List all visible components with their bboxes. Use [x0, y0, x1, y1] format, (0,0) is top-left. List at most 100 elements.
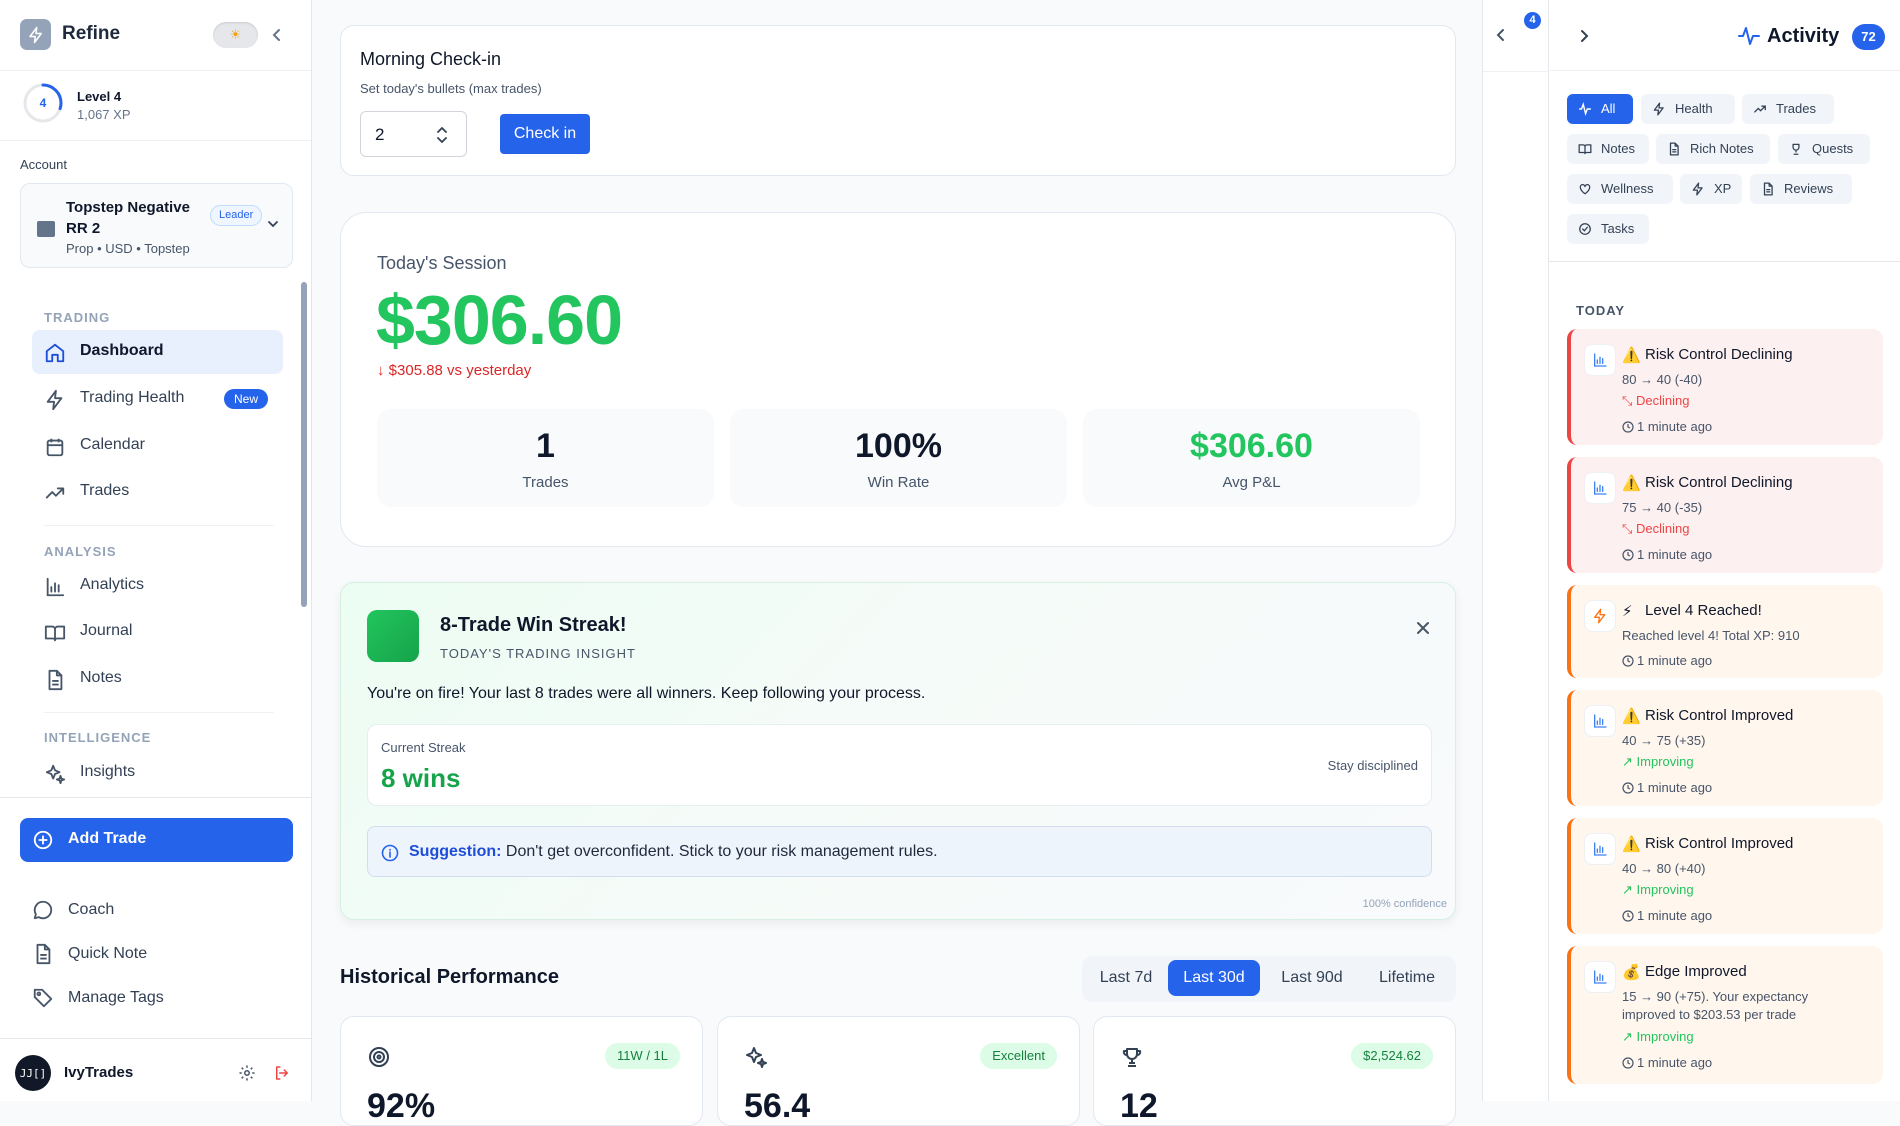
- manage-tags-label: Manage Tags: [68, 989, 164, 1006]
- activity-pulse-icon: [1738, 27, 1760, 45]
- level-progress[interactable]: 4 Level 4 1,067 XP: [0, 72, 311, 141]
- trend-label: Improving: [1636, 882, 1694, 897]
- nav-insights[interactable]: Insights: [32, 751, 283, 795]
- chevron-right-icon[interactable]: [1576, 26, 1594, 46]
- activity-panel: Activity 72 All Health Trades Notes Rich…: [1549, 0, 1900, 1101]
- section-intelligence: INTELLIGENCE: [44, 730, 152, 745]
- filter-all[interactable]: All: [1567, 94, 1633, 124]
- filter-xp[interactable]: XP: [1680, 174, 1742, 204]
- trophy-icon: [1122, 1048, 1142, 1067]
- nav-dashboard[interactable]: Dashboard: [32, 330, 283, 374]
- historical-title: Historical Performance: [340, 966, 559, 988]
- bolt-icon: [46, 389, 63, 411]
- nav-analytics[interactable]: Analytics: [32, 564, 283, 608]
- chart-icon: [1584, 705, 1616, 737]
- sparkles-icon: [45, 764, 66, 785]
- entry-desc: 40 → 80 (+40): [1622, 861, 1706, 876]
- activity-entry[interactable]: ⚡ Level 4 Reached! Reached level 4! Tota…: [1567, 585, 1883, 678]
- check-in-button[interactable]: Check in: [500, 114, 590, 154]
- plus-circle-icon: [33, 830, 53, 850]
- filter-health[interactable]: Health: [1641, 94, 1735, 124]
- close-icon[interactable]: [1414, 619, 1432, 637]
- chevron-left-icon[interactable]: [1491, 24, 1509, 46]
- filter-label: Rich Notes: [1690, 141, 1754, 156]
- activity-entry[interactable]: ⚠️ Risk Control Improved 40 → 80 (+40) ↗…: [1567, 818, 1883, 934]
- entry-desc: Reached level 4! Total XP: 910: [1622, 628, 1800, 643]
- logo-bolt-icon[interactable]: [20, 19, 51, 50]
- activity-entry[interactable]: 💰 Edge Improved 15 → 90 (+75). Your expe…: [1567, 946, 1883, 1084]
- filter-tasks[interactable]: Tasks: [1567, 214, 1649, 244]
- sidebar-scrollbar[interactable]: [301, 282, 307, 607]
- collapse-sidebar-icon[interactable]: [268, 24, 286, 46]
- tab-lifetime[interactable]: Lifetime: [1364, 960, 1450, 996]
- account-name: Topstep Negative RR 2: [66, 199, 190, 237]
- entry-title: Risk Control Improved: [1645, 707, 1794, 724]
- new-badge: New: [224, 389, 269, 409]
- file-text-icon: [48, 669, 63, 691]
- nav-divider: [44, 712, 274, 713]
- lightning-icon: ⚡: [1622, 603, 1633, 620]
- range-tabs: Last 7d Last 30d Last 90d Lifetime: [1082, 956, 1456, 1002]
- filter-notes[interactable]: Notes: [1567, 134, 1649, 164]
- theme-toggle[interactable]: ☀: [213, 22, 258, 48]
- entry-title: Risk Control Declining: [1645, 346, 1793, 363]
- activity-pulse-icon: [1579, 102, 1591, 116]
- heart-icon: [1579, 183, 1591, 195]
- perf-card-score: Excellent 56.4: [717, 1016, 1080, 1126]
- tab-last-90d[interactable]: Last 90d: [1264, 960, 1360, 996]
- filter-wellness[interactable]: Wellness: [1567, 174, 1673, 204]
- filter-trades[interactable]: Trades: [1742, 94, 1834, 124]
- tab-last-30d[interactable]: Last 30d: [1168, 960, 1260, 996]
- avatar[interactable]: JJ[]: [15, 1055, 51, 1091]
- account-details: Prop • USD • Topstep: [66, 241, 190, 256]
- account-label: Account: [20, 157, 67, 172]
- insight-confidence: 100% confidence: [1362, 898, 1447, 910]
- filter-reviews[interactable]: Reviews: [1750, 174, 1852, 204]
- perf-value: 12: [1120, 1087, 1158, 1125]
- stat-label: Avg P&L: [1222, 474, 1281, 491]
- filter-quests[interactable]: Quests: [1778, 134, 1870, 164]
- bullets-value: 2: [375, 125, 385, 144]
- clock-icon: [1622, 910, 1634, 922]
- notification-badge: 4: [1524, 12, 1541, 29]
- sidebar-nav: TRADING Dashboard Trading Health New Cal…: [0, 280, 300, 795]
- filter-label: Quests: [1812, 141, 1854, 156]
- stat-label: Win Rate: [867, 474, 930, 491]
- account-selector[interactable]: Topstep Negative RR 2 Leader Prop • USD …: [20, 183, 293, 268]
- todays-session-card: Today's Session $306.60 ↓ $305.88 vs yes…: [340, 212, 1456, 547]
- nav-trading-health[interactable]: Trading Health New: [32, 377, 283, 421]
- filter-label: Health: [1675, 101, 1713, 116]
- activity-entry[interactable]: ⚠️ Risk Control Declining 75 → 40 (-35) …: [1567, 457, 1883, 573]
- bolt-icon: [1653, 102, 1664, 116]
- stepper-arrows-icon[interactable]: [435, 125, 449, 145]
- quick-note-button[interactable]: Quick Note: [20, 933, 293, 973]
- activity-entry[interactable]: ⚠️ Risk Control Declining 80 → 40 (-40) …: [1567, 329, 1883, 445]
- tab-last-7d[interactable]: Last 7d: [1088, 960, 1164, 996]
- nav-notes[interactable]: Notes: [32, 657, 283, 701]
- gear-icon[interactable]: [238, 1064, 256, 1082]
- trophy-icon: [1792, 143, 1800, 155]
- chart-icon: [1584, 344, 1616, 376]
- nav-journal[interactable]: Journal: [32, 610, 283, 654]
- perf-badge: 11W / 1L: [604, 1043, 680, 1069]
- stat-trades: 1 Trades: [377, 409, 714, 507]
- manage-tags-button[interactable]: Manage Tags: [20, 977, 293, 1017]
- level-title: Level 4: [77, 89, 122, 104]
- logout-icon[interactable]: [273, 1064, 291, 1082]
- session-pnl: $306.60: [376, 281, 623, 359]
- bar-chart-icon: [46, 577, 65, 597]
- session-delta: ↓ $305.88 vs yesterday: [377, 362, 532, 379]
- nav-trades[interactable]: Trades: [32, 470, 283, 514]
- nav-label: Calendar: [80, 436, 145, 453]
- filter-rich-notes[interactable]: Rich Notes: [1656, 134, 1770, 164]
- activity-entry[interactable]: ⚠️ Risk Control Improved 40 → 75 (+35) ↗…: [1567, 690, 1883, 806]
- add-trade-button[interactable]: Add Trade: [20, 818, 293, 862]
- collapsed-panel-strip: 4: [1482, 0, 1550, 1101]
- entry-trend: ↗ Improving: [1622, 754, 1694, 769]
- clock-icon: [1622, 1057, 1634, 1069]
- stat-win-rate: 100% Win Rate: [730, 409, 1067, 507]
- coach-button[interactable]: Coach: [20, 889, 293, 929]
- bullets-stepper[interactable]: 2: [360, 111, 467, 157]
- entry-trend: ↗ Improving: [1622, 1029, 1694, 1044]
- nav-calendar[interactable]: Calendar: [32, 424, 283, 468]
